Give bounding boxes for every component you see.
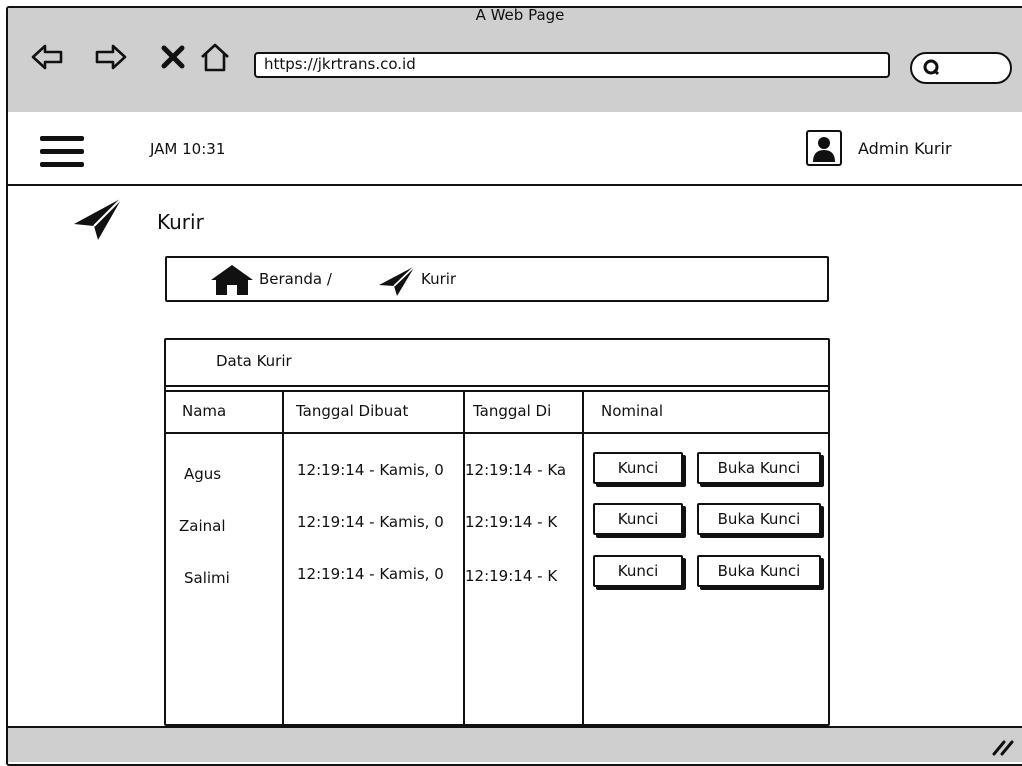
lock-button[interactable]: Kunci (593, 452, 683, 484)
column-header-tanggal-di[interactable]: Tanggal Di (473, 402, 551, 420)
cell-tanggal-dibuat: 12:19:14 - Kamis, 0 (297, 565, 444, 583)
resize-grip-icon[interactable] (990, 736, 1016, 756)
table-header-border (164, 432, 830, 434)
clock-label: JAM 10:31 (150, 140, 226, 158)
forward-icon[interactable] (94, 40, 128, 74)
window-title: A Web Page (475, 6, 565, 24)
user-icon[interactable] (806, 130, 842, 166)
cell-nama: Salimi (184, 569, 230, 587)
paper-plane-icon (379, 265, 416, 296)
breadcrumb-current: Kurir (421, 270, 457, 288)
cell-tanggal-dibuat: 12:19:14 - Kamis, 0 (297, 461, 444, 479)
cell-tanggal-dibuat: 12:19:14 - Kamis, 0 (297, 513, 444, 531)
column-divider (463, 390, 465, 726)
cell-tanggal-di: 12:19:14 - K (465, 567, 558, 585)
back-icon[interactable] (30, 40, 64, 74)
search-field[interactable] (910, 52, 1012, 84)
home-icon[interactable] (198, 40, 232, 74)
unlock-button[interactable]: Buka Kunci (697, 503, 821, 535)
page-title: Kurir (157, 210, 204, 234)
panel-divider (164, 385, 830, 387)
menu-icon[interactable] (40, 134, 86, 170)
search-icon (923, 59, 940, 76)
cell-tanggal-di: 12:19:14 - Ka (465, 461, 567, 479)
cell-nama: Zainal (179, 517, 226, 535)
unlock-button[interactable]: Buka Kunci (697, 452, 821, 484)
breadcrumb: Beranda / Kurir (165, 256, 829, 302)
address-bar[interactable]: https://jkrtrans.co.id (254, 52, 890, 78)
cell-nama: Agus (184, 465, 222, 483)
column-header-tanggal-dibuat[interactable]: Tanggal Dibuat (296, 402, 408, 420)
close-icon[interactable] (156, 40, 190, 74)
status-bar (8, 726, 1022, 762)
lock-button[interactable]: Kunci (593, 503, 683, 535)
breadcrumb-home-link[interactable]: Beranda / (259, 270, 332, 288)
panel-title: Data Kurir (216, 352, 292, 370)
paper-plane-icon (74, 197, 123, 240)
column-divider (282, 390, 284, 726)
unlock-button[interactable]: Buka Kunci (697, 555, 821, 587)
column-divider (582, 390, 584, 726)
column-header-nominal[interactable]: Nominal (601, 402, 663, 420)
column-header-nama[interactable]: Nama (182, 402, 226, 420)
user-name[interactable]: Admin Kurir (858, 139, 952, 158)
lock-button[interactable]: Kunci (593, 555, 683, 587)
cell-tanggal-di: 12:19:14 - K (465, 513, 558, 531)
home-icon[interactable] (209, 264, 255, 296)
table-top-border (164, 390, 830, 392)
